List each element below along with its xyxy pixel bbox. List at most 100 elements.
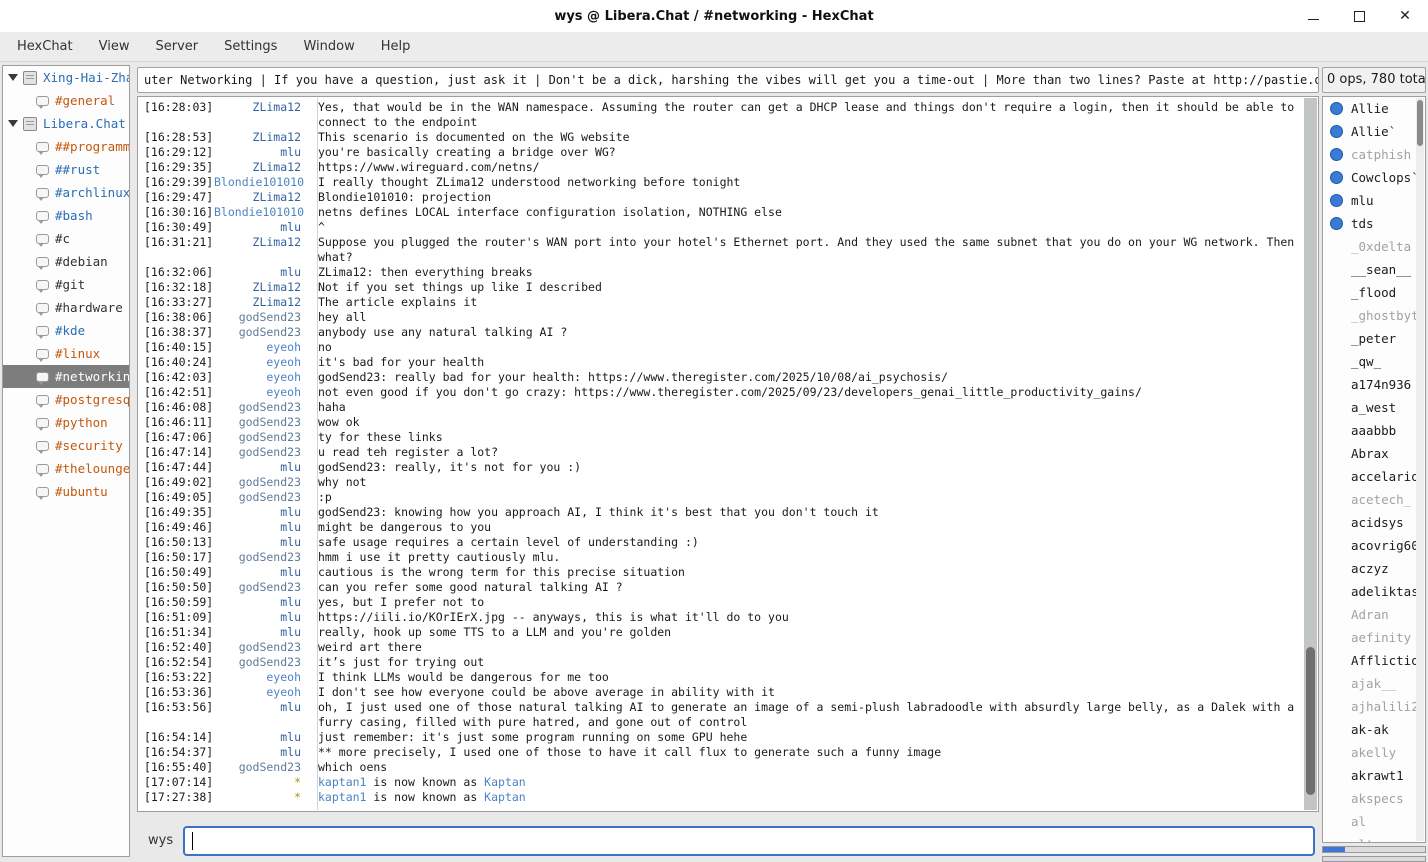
maximize-button[interactable]	[1348, 5, 1370, 27]
server-icon	[23, 117, 37, 131]
user-list-item-akspecs[interactable]: akspecs	[1323, 787, 1425, 810]
user-list-item-al[interactable]: al	[1323, 810, 1425, 833]
user-list-item-abrax[interactable]: Abrax	[1323, 442, 1425, 465]
user-list-item-allie[interactable]: Allie`	[1323, 120, 1425, 143]
user-name: accelario	[1351, 469, 1419, 484]
chat-message-row: [16:55:40]godSend23which oens	[144, 760, 1300, 775]
userlist-scrollbar-handle[interactable]	[1417, 100, 1423, 146]
user-list-item-afflictio[interactable]: Afflictio	[1323, 649, 1425, 672]
user-list-item-accelario[interactable]: accelario	[1323, 465, 1425, 488]
message-nick: godSend23	[214, 640, 310, 655]
user-list-item-catphish[interactable]: catphish	[1323, 143, 1425, 166]
sidebar-item-general[interactable]: #general	[3, 89, 129, 112]
user-list-item-akelly[interactable]: akelly	[1323, 741, 1425, 764]
timestamp: [16:29:39]	[144, 175, 214, 190]
user-list-item-ghostbyt[interactable]: _ghostbyt	[1323, 304, 1425, 327]
user-list-item-ajhalili2[interactable]: ajhalili2	[1323, 695, 1425, 718]
sidebar-item-postgresql[interactable]: #postgresql	[3, 388, 129, 411]
tree-item-label: #postgresql	[55, 392, 129, 407]
user-list-item-acetech[interactable]: acetech_	[1323, 488, 1425, 511]
close-button[interactable]: ✕	[1394, 5, 1416, 27]
user-name: acovrig60	[1351, 538, 1419, 553]
sidebar-item-c[interactable]: #c	[3, 227, 129, 250]
sidebar-item-bash[interactable]: #bash	[3, 204, 129, 227]
user-list-item-flood[interactable]: _flood	[1323, 281, 1425, 304]
menu-bar: HexChatViewServerSettingsWindowHelp	[0, 32, 1428, 62]
chat-message-row: [16:46:08]godSend23haha	[144, 400, 1300, 415]
chat-log-panel: [16:28:03]ZLima12Yes, that would be in t…	[137, 96, 1319, 812]
user-list-item-awest[interactable]: a_west	[1323, 396, 1425, 419]
message-input[interactable]	[183, 826, 1315, 856]
user-list-item-alt[interactable]: alt	[1323, 833, 1425, 843]
user-name: Abrax	[1351, 446, 1389, 461]
sidebar-item-rust[interactable]: ##rust	[3, 158, 129, 181]
message-text: Not if you set things up like I describe…	[310, 280, 1300, 295]
sidebar-item-python[interactable]: #python	[3, 411, 129, 434]
user-list-item-acidsys[interactable]: acidsys	[1323, 511, 1425, 534]
menu-item-settings[interactable]: Settings	[211, 32, 290, 61]
sidebar-item-ubuntu[interactable]: #ubuntu	[3, 480, 129, 503]
user-list-item-sean[interactable]: __sean__	[1323, 258, 1425, 281]
user-list-item-acovrig60[interactable]: acovrig60	[1323, 534, 1425, 557]
chat-message-row: [16:29:12]mluyou're basically creating a…	[144, 145, 1300, 160]
user-list-item-akak[interactable]: ak-ak	[1323, 718, 1425, 741]
user-list-item-adran[interactable]: Adran	[1323, 603, 1425, 626]
user-list-item-adeliktas[interactable]: adeliktas	[1323, 580, 1425, 603]
user-list-item-ajak[interactable]: ajak__	[1323, 672, 1425, 695]
timestamp: [16:55:40]	[144, 760, 214, 775]
user-list-item-tds[interactable]: tds	[1323, 212, 1425, 235]
lag-meter	[1322, 846, 1426, 853]
sidebar-item-thelounge[interactable]: #thelounge	[3, 457, 129, 480]
message-nick: mlu	[214, 565, 310, 580]
message-nick: godSend23	[214, 325, 310, 340]
menu-item-server[interactable]: Server	[142, 32, 211, 61]
chat-message-row: [16:53:56]mluoh, I just used one of thos…	[144, 700, 1300, 730]
user-list-item-0xdelta[interactable]: _0xdelta	[1323, 235, 1425, 258]
user-list-item-peter[interactable]: _peter	[1323, 327, 1425, 350]
sidebar-item-archlinux[interactable]: #archlinux	[3, 181, 129, 204]
tree-expander-icon[interactable]	[8, 120, 18, 127]
menu-item-help[interactable]: Help	[368, 32, 424, 61]
server-tree-item-xinghaizhan[interactable]: Xing-Hai-Zhan	[3, 66, 129, 89]
user-list-item-allie[interactable]: Allie	[1323, 97, 1425, 120]
channel-bubble-icon	[36, 96, 49, 106]
user-list-item-qw[interactable]: _qw_	[1323, 350, 1425, 373]
chat-scrollbar[interactable]	[1304, 98, 1317, 810]
server-tree-item-liberachat[interactable]: Libera.Chat	[3, 112, 129, 135]
message-text: I think LLMs would be dangerous for me t…	[310, 670, 1300, 685]
menu-item-window[interactable]: Window	[290, 32, 367, 61]
menu-item-view[interactable]: View	[86, 32, 143, 61]
user-list-item-mlu[interactable]: mlu	[1323, 189, 1425, 212]
sidebar-item-security[interactable]: #security	[3, 434, 129, 457]
topic-input[interactable]: uter Networking | If you have a question…	[137, 67, 1319, 93]
sidebar-item-debian[interactable]: #debian	[3, 250, 129, 273]
user-list-item-aaabbb[interactable]: aaabbb	[1323, 419, 1425, 442]
tree-expander-icon[interactable]	[8, 74, 18, 81]
sidebar-item-kde[interactable]: #kde	[3, 319, 129, 342]
user-list-item-a174n936[interactable]: a174n936	[1323, 373, 1425, 396]
message-text: oh, I just used one of those natural tal…	[310, 700, 1300, 730]
menu-item-hexchat[interactable]: HexChat	[4, 32, 86, 61]
sidebar-item-hardware[interactable]: #hardware	[3, 296, 129, 319]
user-list-item-aczyz[interactable]: aczyz	[1323, 557, 1425, 580]
sidebar-item-git[interactable]: #git	[3, 273, 129, 296]
chat-message-row: [16:32:06]mluZLima12: then everything br…	[144, 265, 1300, 280]
channel-bubble-icon	[36, 349, 49, 359]
minimize-button[interactable]	[1302, 5, 1324, 27]
message-text: weird art there	[310, 640, 1300, 655]
user-list-item-cowclops[interactable]: Cowclops`	[1323, 166, 1425, 189]
message-nick: mlu	[214, 505, 310, 520]
timestamp: [16:51:34]	[144, 625, 214, 640]
sidebar-item-programmi[interactable]: ##programmi	[3, 135, 129, 158]
user-list-item-aefinity[interactable]: aefinity	[1323, 626, 1425, 649]
message-text: The article explains it	[310, 295, 1300, 310]
sidebar-item-linux[interactable]: #linux	[3, 342, 129, 365]
event-old-nick: kaptan1	[318, 775, 366, 789]
userlist-scrollbar[interactable]	[1416, 98, 1424, 841]
message-nick: eyeoh	[214, 670, 310, 685]
timestamp: [16:52:40]	[144, 640, 214, 655]
message-text: which oens	[310, 760, 1300, 775]
chat-scrollbar-handle[interactable]	[1306, 647, 1315, 795]
sidebar-item-networking[interactable]: #networking	[3, 365, 129, 388]
user-list-item-akrawt1[interactable]: akrawt1	[1323, 764, 1425, 787]
